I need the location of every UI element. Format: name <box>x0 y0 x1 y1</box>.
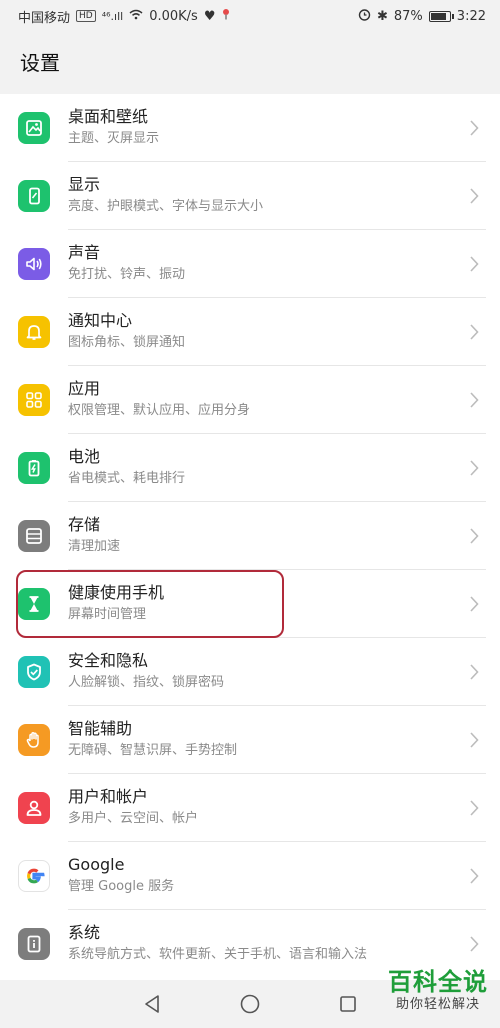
home-button[interactable] <box>238 992 262 1016</box>
settings-item-title: 通知中心 <box>68 311 133 330</box>
settings-item-subtitle: 权限管理、默认应用、应用分身 <box>68 403 251 418</box>
watermark-subtitle: 助你轻松解决 <box>395 997 480 1012</box>
back-button[interactable] <box>140 992 164 1016</box>
settings-item-title: 智能辅助 <box>68 719 133 738</box>
chevron-right-icon <box>468 662 480 682</box>
settings-item-title: 用户和帐户 <box>68 787 149 806</box>
settings-item-text: 声音免打扰、铃声、振动 <box>68 242 450 285</box>
settings-list: 桌面和壁纸主题、灭屏显示显示亮度、护眼模式、字体与显示大小声音免打扰、铃声、振动… <box>0 94 500 980</box>
settings-item-title: Google <box>68 855 125 874</box>
settings-item-text: 智能辅助无障碍、智慧识屏、手势控制 <box>68 718 450 761</box>
settings-item-title: 声音 <box>68 243 101 262</box>
recents-button[interactable] <box>336 992 360 1016</box>
chevron-right-icon <box>468 390 480 410</box>
chevron-right-icon <box>468 934 480 954</box>
settings-item-subtitle: 系统导航方式、软件更新、关于手机、语言和输入法 <box>68 947 368 962</box>
settings-item[interactable]: 用户和帐户多用户、云空间、帐户 <box>0 774 500 842</box>
google-icon <box>18 860 50 892</box>
settings-item-title: 健康使用手机 <box>68 583 165 602</box>
network-speed: 0.00K/s <box>149 8 198 24</box>
battery-percent: 87% <box>393 8 423 24</box>
settings-item-text: 健康使用手机屏幕时间管理 <box>68 582 450 625</box>
settings-item-subtitle: 多用户、云空间、帐户 <box>68 811 199 826</box>
chevron-right-icon <box>468 594 480 614</box>
carrier-label: 中国移动 <box>18 10 71 26</box>
settings-item[interactable]: 显示亮度、护眼模式、字体与显示大小 <box>0 162 500 230</box>
settings-item-text: 用户和帐户多用户、云空间、帐户 <box>68 786 450 829</box>
settings-item-subtitle: 免打扰、铃声、振动 <box>68 267 186 282</box>
settings-item-subtitle: 图标角标、锁屏通知 <box>68 335 186 350</box>
settings-item-text: 通知中心图标角标、锁屏通知 <box>68 310 450 353</box>
chevron-right-icon <box>468 458 480 478</box>
storage-icon <box>18 520 50 552</box>
watermark: 百科全说 助你轻松解决 <box>388 968 488 1014</box>
settings-item-text: 应用权限管理、默认应用、应用分身 <box>68 378 450 421</box>
settings-item-title: 显示 <box>68 175 101 194</box>
chevron-right-icon <box>468 866 480 886</box>
sound-icon <box>18 248 50 280</box>
settings-item-title: 桌面和壁纸 <box>68 107 149 126</box>
settings-item-text: Google 管理 Google 服务 <box>68 854 450 897</box>
settings-item-text: 显示亮度、护眼模式、字体与显示大小 <box>68 174 450 217</box>
settings-item-text: 存储 清理加速 <box>68 514 450 557</box>
settings-item-subtitle: 屏幕时间管理 <box>68 607 147 622</box>
settings-item-subtitle: 亮度、护眼模式、字体与显示大小 <box>68 199 264 214</box>
settings-item-subtitle: 主题、灭屏显示 <box>68 131 160 146</box>
settings-item[interactable]: 电池省电模式、耗电排行 <box>0 434 500 502</box>
settings-item[interactable]: 存储 清理加速 <box>0 502 500 570</box>
settings-item[interactable]: 智能辅助无障碍、智慧识屏、手势控制 <box>0 706 500 774</box>
chevron-right-icon <box>468 322 480 342</box>
settings-item-subtitle: 管理 Google 服务 <box>68 879 175 894</box>
hd-badge: HD <box>76 10 96 22</box>
settings-item-subtitle: 清理加速 <box>68 539 121 554</box>
settings-item-text: 系统系统导航方式、软件更新、关于手机、语言和输入法 <box>68 922 450 965</box>
settings-item[interactable]: 声音免打扰、铃声、振动 <box>0 230 500 298</box>
chevron-right-icon <box>468 730 480 750</box>
settings-item[interactable]: 应用权限管理、默认应用、应用分身 <box>0 366 500 434</box>
settings-item-text: 电池省电模式、耗电排行 <box>68 446 450 489</box>
chevron-right-icon <box>468 254 480 274</box>
apps-icon <box>18 384 50 416</box>
settings-item[interactable]: 通知中心图标角标、锁屏通知 <box>0 298 500 366</box>
chevron-right-icon <box>468 186 480 206</box>
settings-item-title: 存储 <box>68 515 101 534</box>
battery-icon <box>428 10 454 22</box>
settings-item[interactable]: 桌面和壁纸主题、灭屏显示 <box>0 94 500 162</box>
battery-icon <box>18 452 50 484</box>
user-icon <box>18 792 50 824</box>
notification-icon <box>221 8 231 24</box>
chevron-right-icon <box>468 798 480 818</box>
page-header: 设置 <box>0 32 500 90</box>
settings-item-title: 安全和隐私 <box>68 651 149 670</box>
settings-item-subtitle: 人脸解锁、指纹、锁屏密码 <box>68 675 225 690</box>
health-icon: ♥ <box>203 8 216 24</box>
hourglass-icon <box>18 588 50 620</box>
bluetooth-icon: ✱ <box>376 8 388 24</box>
system-icon <box>18 928 50 960</box>
watermark-title: 百科全说 <box>388 968 488 996</box>
settings-item-title: 电池 <box>68 447 101 466</box>
settings-item[interactable]: 安全和隐私人脸解锁、指纹、锁屏密码 <box>0 638 500 706</box>
signal-icon: ⁴⁶.ıll <box>101 9 124 23</box>
shield-icon <box>18 656 50 688</box>
wifi-icon <box>129 9 143 24</box>
wallpaper-icon <box>18 112 50 144</box>
settings-item-text: 安全和隐私人脸解锁、指纹、锁屏密码 <box>68 650 450 693</box>
bell-icon <box>18 316 50 348</box>
settings-item-text: 桌面和壁纸主题、灭屏显示 <box>68 106 450 149</box>
clock-time: 3:22 <box>456 8 486 24</box>
settings-item[interactable]: Google 管理 Google 服务 <box>0 842 500 910</box>
settings-item-title: 系统 <box>68 923 101 942</box>
chevron-right-icon <box>468 118 480 138</box>
display-icon <box>18 180 50 212</box>
settings-item-subtitle: 无障碍、智慧识屏、手势控制 <box>68 743 238 758</box>
chevron-right-icon <box>468 526 480 546</box>
status-bar: 中国移动 HD ⁴⁶.ıll 0.00K/s ♥ ✱ 87% 3:22 <box>0 0 500 32</box>
page-title: 设置 <box>20 50 60 75</box>
hand-icon <box>18 724 50 756</box>
alarm-icon <box>358 8 371 25</box>
settings-item-subtitle: 省电模式、耗电排行 <box>68 471 186 486</box>
settings-item[interactable]: 健康使用手机屏幕时间管理 <box>0 570 500 638</box>
settings-item-title: 应用 <box>68 379 101 398</box>
